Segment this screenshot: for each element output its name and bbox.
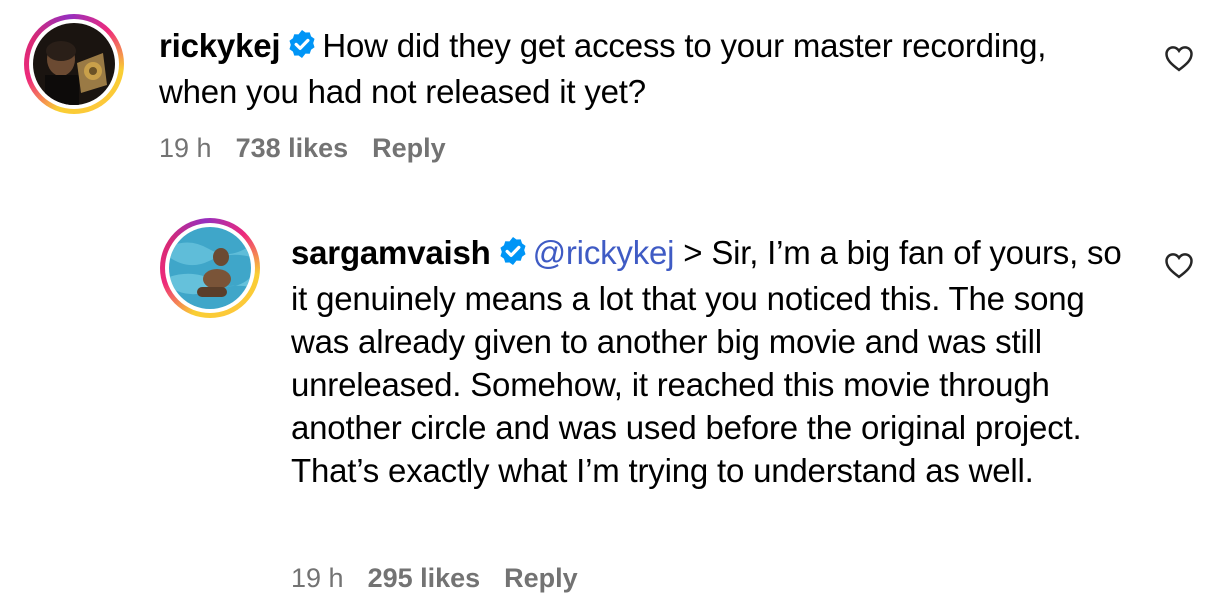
comment-rickykej: rickykej How did they get access to your …	[0, 0, 1215, 200]
likes-count[interactable]: 295 likes	[368, 563, 481, 593]
verified-badge-icon	[286, 27, 318, 70]
comment-meta: 19 h 738 likes Reply	[159, 133, 470, 164]
mention-link[interactable]: @rickykej	[533, 234, 675, 271]
timestamp: 19 h	[291, 563, 344, 593]
likes-count[interactable]: 738 likes	[236, 133, 349, 163]
comment-meta: 19 h 295 likes Reply	[291, 563, 602, 594]
reply-button[interactable]: Reply	[372, 133, 446, 163]
avatar-photo	[169, 227, 251, 309]
username[interactable]: sargamvaish	[291, 234, 491, 271]
comment-body: rickykej How did they get access to your …	[159, 24, 1119, 113]
avatar-rickykej[interactable]	[24, 14, 124, 114]
comment-body: sargamvaish @rickykej > Sir, I’m a big fa…	[291, 231, 1127, 492]
heart-icon[interactable]	[1164, 44, 1194, 77]
timestamp: 19 h	[159, 133, 212, 163]
verified-badge-icon	[497, 234, 529, 277]
heart-icon[interactable]	[1164, 251, 1194, 284]
comment-sargamvaish: sargamvaish @rickykej > Sir, I’m a big fa…	[0, 200, 1215, 613]
avatar-photo	[33, 23, 115, 105]
reply-button[interactable]: Reply	[504, 563, 578, 593]
avatar-sargamvaish[interactable]	[160, 218, 260, 318]
comment-text: > Sir, I’m a big fan of yours, so it gen…	[291, 234, 1122, 489]
username[interactable]: rickykej	[159, 27, 281, 64]
